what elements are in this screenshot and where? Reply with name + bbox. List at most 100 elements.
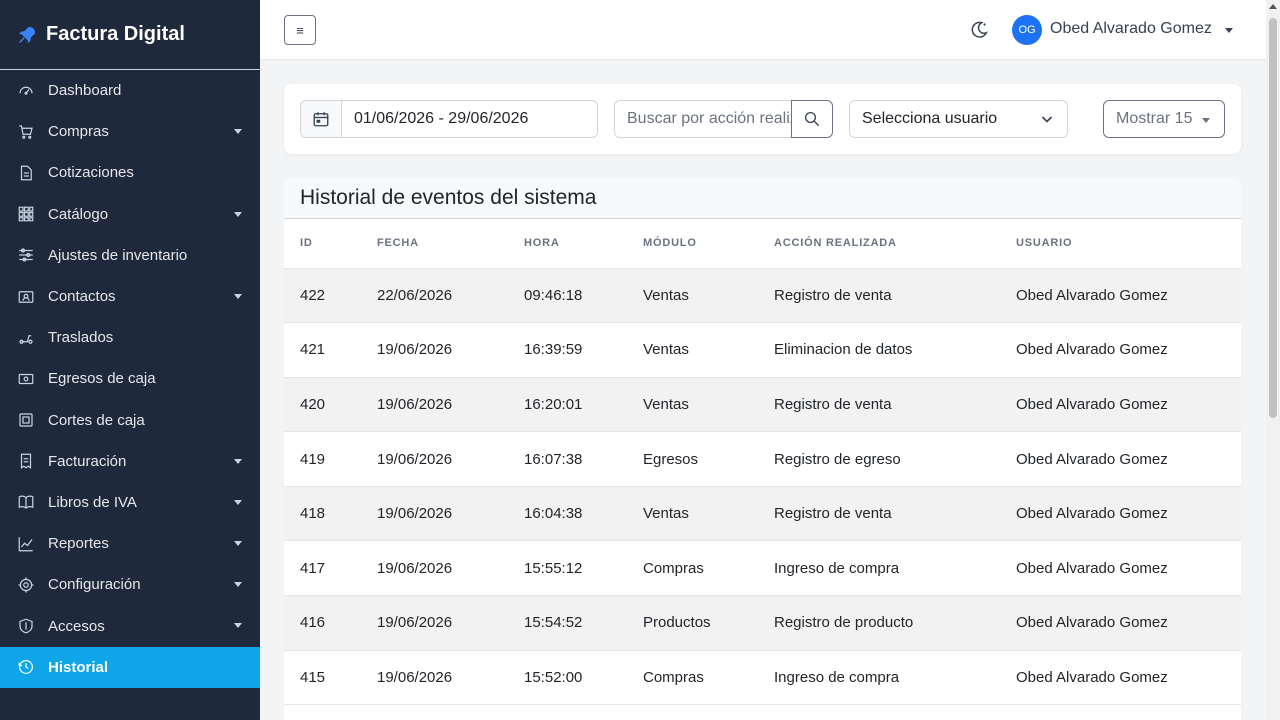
column-header[interactable]: FECHA [361,219,508,269]
table-cell: Obed Alvarado Gomez [1000,268,1241,324]
sidebar-item-facturacion[interactable]: Facturación [0,441,260,482]
caret-down-icon [234,211,242,217]
cart-icon [16,122,36,142]
sidebar: Factura Digital Dashboard Compras Cotizaci… [0,0,260,720]
table-cell: 15:54:52 [508,595,627,651]
chevron-down-icon [1041,116,1053,123]
sidebar-item-egresos-de-caja[interactable]: Egresos de caja [0,358,260,399]
page-title: Historial de eventos del sistema [284,178,1241,219]
sidebar-toggle-button[interactable]: ≡ [284,15,316,45]
table-cell: 16:07:38 [508,431,627,487]
show-count-dropdown[interactable]: Mostrar 15 [1103,100,1225,138]
sidebar-item-compras[interactable]: Compras [0,111,260,152]
contact-card-icon [16,287,36,307]
column-header[interactable]: MÓDULO [627,219,758,269]
sidebar-nav: Dashboard Compras Cotizaciones Catálogo Ajus… [0,70,260,688]
table-row[interactable]: 420 19/06/2026 16:20:01 Ventas Registro de v… [284,377,1241,433]
user-select[interactable]: Selecciona usuario [849,100,1068,138]
events-table: ID FECHA HORA MÓDULO ACCIÓN REALIZADA USUARIO… [284,219,1241,706]
table-cell: 19/06/2026 [361,650,508,706]
table-row[interactable]: 422 22/06/2026 09:46:18 Ventas Registro de v… [284,268,1241,324]
table-header-row: ID FECHA HORA MÓDULO ACCIÓN REALIZADA USUARIO [284,219,1241,269]
sidebar-item-label: Facturación [48,452,127,470]
chart-line-icon [16,534,36,554]
table-row[interactable]: 418 19/06/2026 16:04:38 Ventas Registro de v… [284,486,1241,542]
table-cell: 15:55:12 [508,540,627,597]
sidebar-item-label: Traslados [48,329,114,347]
table-row[interactable]: 416 19/06/2026 15:54:52 Productos Registro d… [284,595,1241,651]
table-cell: Obed Alvarado Gomez [1000,650,1241,706]
table-cell: 421 [284,322,361,378]
scrollbar-thumb[interactable] [1269,18,1277,418]
search-icon [804,111,820,127]
sidebar-item-configuracion[interactable]: Configuración [0,564,260,605]
search-button[interactable] [791,100,833,138]
sidebar-item-label: Libros de IVA [48,493,137,511]
caret-down-icon [234,541,242,547]
sidebar-item-label: Accesos [48,617,105,635]
sidebar-item-cotizaciones[interactable]: Cotizaciones [0,152,260,193]
column-header[interactable]: ID [284,219,361,269]
date-picker-button[interactable] [300,100,342,138]
sidebar-item-dashboard[interactable]: Dashboard [0,70,260,111]
table-body: 422 22/06/2026 09:46:18 Ventas Registro de v… [284,268,1241,706]
column-header[interactable]: USUARIO [1000,219,1241,269]
sidebar-item-label: Compras [48,123,109,141]
invoice-icon [16,451,36,471]
sidebar-item-label: Cotizaciones [48,164,134,182]
sidebar-item-traslados[interactable]: Traslados [0,317,260,358]
sidebar-item-cortes-de-caja[interactable]: Cortes de caja [0,400,260,441]
table-cell: Obed Alvarado Gomez [1000,431,1241,487]
sidebar-item-historial[interactable]: Historial [0,646,260,688]
avatar[interactable]: OG [1012,15,1042,45]
caret-down-icon [234,499,242,505]
sidebar-item-label: Dashboard [48,82,122,100]
user-menu-name[interactable]: Obed Alvarado Gomez [1050,20,1212,38]
scroll-up-arrow-icon[interactable] [1269,4,1277,9]
table-cell: 15:52:00 [508,650,627,706]
table-cell: Ventas [627,268,758,324]
chevron-down-icon[interactable] [1225,28,1233,33]
page-scrollbar[interactable] [1266,0,1280,720]
sidebar-item-label: Egresos de caja [48,370,156,388]
table-cell: Egresos [627,431,758,487]
sidebar-item-catalogo[interactable]: Catálogo [0,194,260,235]
show-count-label: Mostrar 15 [1116,110,1193,127]
table-row[interactable]: 421 19/06/2026 16:39:59 Ventas Eliminacion d… [284,322,1241,378]
column-header[interactable]: HORA [508,219,627,269]
table-cell: 22/06/2026 [361,268,508,324]
shield-icon [16,616,36,636]
search-input[interactable] [614,100,792,138]
sidebar-item-label: Catálogo [48,205,109,223]
column-header[interactable]: ACCIÓN REALIZADA [758,219,1000,269]
rocket-icon [18,26,36,43]
table-row[interactable]: 415 19/06/2026 15:52:00 Compras Ingreso de c… [284,650,1241,706]
sidebar-item-label: Historial [48,658,109,676]
sidebar-item-reportes[interactable]: Reportes [0,523,260,564]
brand[interactable]: Factura Digital [0,0,260,70]
table-cell: Ventas [627,486,758,542]
sidebar-item-label: Configuración [48,576,141,594]
clock-icon [16,657,36,677]
table-cell: 417 [284,540,361,597]
sidebar-item-accesos[interactable]: Accesos [0,605,260,646]
table-cell: Registro de venta [758,268,1000,324]
table-row[interactable]: 417 19/06/2026 15:55:12 Compras Ingreso de c… [284,540,1241,597]
sidebar-item-ajustes-de-inventario[interactable]: Ajustes de inventario [0,235,260,276]
sidebar-item-libros-de-iva[interactable]: Libros de IVA [0,482,260,523]
table-cell: 19/06/2026 [361,486,508,542]
table-cell: 19/06/2026 [361,595,508,651]
table-cell: 19/06/2026 [361,540,508,597]
table-cell: Ingreso de compra [758,650,1000,706]
table-cell: Compras [627,650,758,706]
moon-icon[interactable] [968,19,990,41]
document-icon [16,163,36,183]
table-cell: 415 [284,650,361,706]
date-range-input[interactable] [341,100,598,138]
user-select-value: Selecciona usuario [862,110,998,127]
table-cell: 418 [284,486,361,542]
caret-down-icon [234,623,242,629]
sidebar-item-contactos[interactable]: Contactos [0,276,260,317]
table-row[interactable]: 419 19/06/2026 16:07:38 Egresos Registro de … [284,431,1241,487]
table-cell: Registro de egreso [758,431,1000,487]
